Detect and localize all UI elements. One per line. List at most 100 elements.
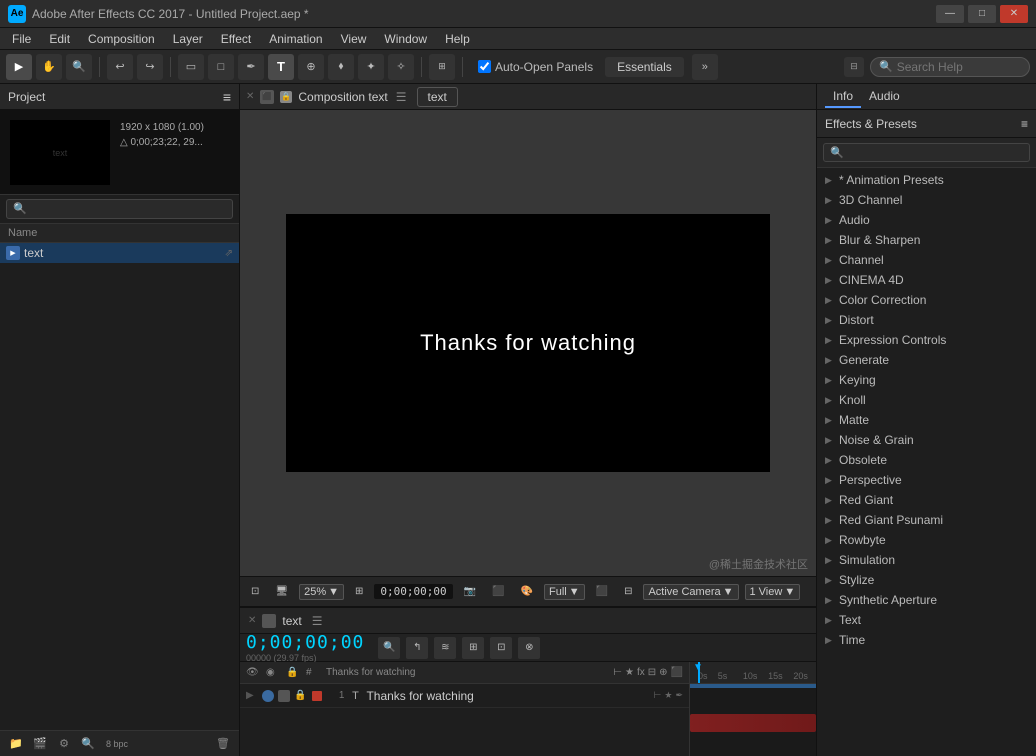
search-input[interactable] [897, 60, 1027, 74]
effect-item[interactable]: ▶Noise & Grain [817, 430, 1036, 450]
layer-visibility[interactable] [262, 690, 274, 702]
comp-view-select[interactable]: 1 View ▼ [745, 584, 801, 600]
project-delete[interactable]: 🗑 [213, 734, 233, 754]
comp-bottom-monitor[interactable]: 🖥 [270, 584, 293, 599]
layer-solo-btn[interactable] [278, 690, 290, 702]
effects-panel-menu[interactable]: ≡ [1021, 117, 1028, 131]
effect-item[interactable]: ▶Perspective [817, 470, 1036, 490]
clone-tool[interactable]: ⊕ [298, 54, 324, 80]
track-bar-text[interactable] [690, 714, 816, 732]
project-8bpc[interactable]: 8 bpc [102, 734, 132, 754]
effect-item[interactable]: ▶Channel [817, 250, 1036, 270]
undo-btn[interactable]: ↩ [107, 54, 133, 80]
puppet2-tool[interactable]: ✧ [388, 54, 414, 80]
effect-item[interactable]: ▶* Animation Presets [817, 170, 1036, 190]
effect-item[interactable]: ▶Blur & Sharpen [817, 230, 1036, 250]
comp-bottom-snap[interactable]: ⊡ [246, 584, 264, 599]
tl-parent-btn[interactable]: ↰ [406, 637, 428, 659]
tab-audio[interactable]: Audio [861, 86, 908, 108]
maximize-button[interactable]: □ [968, 5, 996, 23]
effect-item[interactable]: ▶Stylize [817, 570, 1036, 590]
effect-item[interactable]: ▶Color Correction [817, 290, 1036, 310]
effect-item[interactable]: ▶Synthetic Aperture [817, 590, 1036, 610]
effect-item[interactable]: ▶Red Giant Psunami [817, 510, 1036, 530]
workspace-more[interactable]: » [692, 54, 718, 80]
zoom-tool[interactable]: 🔍 [66, 54, 92, 80]
comp-pixel[interactable]: ⊟ [619, 584, 637, 599]
comp-fit-btn[interactable]: ⊞ [350, 584, 368, 599]
comp-tab-menu[interactable]: ☰ [396, 90, 407, 104]
effect-item[interactable]: ▶Obsolete [817, 450, 1036, 470]
extra-btn-1[interactable]: ⊟ [844, 57, 864, 77]
timeline-timecode[interactable]: 0;00;00;00 [246, 632, 364, 653]
timeline-close[interactable]: ✕ [248, 615, 256, 626]
effect-item[interactable]: ▶Distort [817, 310, 1036, 330]
menu-effect[interactable]: Effect [213, 30, 259, 48]
effect-item[interactable]: ▶Generate [817, 350, 1036, 370]
close-button[interactable]: ✕ [1000, 5, 1028, 23]
tl-solo-btn[interactable]: ⊗ [518, 637, 540, 659]
menu-window[interactable]: Window [376, 30, 435, 48]
effect-item[interactable]: ▶Simulation [817, 550, 1036, 570]
puppet-tool[interactable]: ✦ [358, 54, 384, 80]
tab-info[interactable]: Info [825, 86, 861, 108]
project-item[interactable]: ▶ text ⇗ [0, 243, 239, 263]
tl-motion-btn[interactable]: ⊡ [490, 637, 512, 659]
project-search-btn[interactable]: 🔍 [78, 734, 98, 754]
project-settings[interactable]: ⚙ [54, 734, 74, 754]
effect-item[interactable]: ▶Expression Controls [817, 330, 1036, 350]
comp-quality-select[interactable]: Full ▼ [544, 584, 585, 600]
effect-item[interactable]: ▶CINEMA 4D [817, 270, 1036, 290]
menu-composition[interactable]: Composition [80, 30, 163, 48]
project-new-comp[interactable]: 🎬 [30, 734, 50, 754]
redo-btn[interactable]: ↪ [137, 54, 163, 80]
effects-search-input[interactable] [848, 147, 1023, 159]
effect-item[interactable]: ▶Time [817, 630, 1036, 650]
minimize-button[interactable]: — [936, 5, 964, 23]
effect-item[interactable]: ▶Rowbyte [817, 530, 1036, 550]
comp-render-btn[interactable]: ⬛ [487, 584, 509, 599]
menu-edit[interactable]: Edit [41, 30, 78, 48]
window-controls[interactable]: — □ ✕ [936, 5, 1028, 23]
menu-layer[interactable]: Layer [165, 30, 211, 48]
paint-tool[interactable]: ⬧ [328, 54, 354, 80]
comp-close[interactable]: ✕ [246, 91, 254, 102]
effect-item[interactable]: ▶Red Giant [817, 490, 1036, 510]
menu-file[interactable]: File [4, 30, 39, 48]
mask-tool[interactable]: ▭ [178, 54, 204, 80]
layer-icon-pen[interactable]: ✒ [675, 690, 683, 701]
layer-expand[interactable]: ▶ [246, 690, 258, 701]
effect-item[interactable]: ▶3D Channel [817, 190, 1036, 210]
project-new-folder[interactable]: 📁 [6, 734, 26, 754]
hand-tool[interactable]: ✋ [36, 54, 62, 80]
layer-lock-btn[interactable]: 🔒 [294, 690, 306, 701]
effect-item[interactable]: ▶Text [817, 610, 1036, 630]
auto-open-checkbox[interactable] [478, 60, 491, 73]
essentials-button[interactable]: Essentials [605, 57, 684, 77]
shape-tool[interactable]: □ [208, 54, 234, 80]
effect-item[interactable]: ▶Keying [817, 370, 1036, 390]
timeline-menu[interactable]: ☰ [312, 614, 323, 628]
selection-tool[interactable]: ▶ [6, 54, 32, 80]
comp-colorwheel[interactable]: 🎨 [516, 584, 538, 599]
effect-item[interactable]: ▶Matte [817, 410, 1036, 430]
menu-view[interactable]: View [333, 30, 375, 48]
layer-icon-solo[interactable]: ⊢ [654, 690, 662, 701]
effect-item[interactable]: ▶Knoll [817, 390, 1036, 410]
project-panel-menu[interactable]: ≡ [223, 89, 231, 105]
tl-search-btn[interactable]: 🔍 [378, 637, 400, 659]
layer-color-swatch[interactable] [312, 691, 322, 701]
comp-zoom-select[interactable]: 25% ▼ [299, 584, 344, 600]
effect-item[interactable]: ▶Audio [817, 210, 1036, 230]
comp-toggle[interactable]: ⊞ [429, 54, 455, 80]
comp-camera-select[interactable]: Active Camera ▼ [643, 584, 738, 600]
project-search-input[interactable] [6, 199, 233, 219]
playhead[interactable] [698, 662, 700, 683]
comp-tab-pill[interactable]: text [417, 87, 458, 107]
layer-icon-star[interactable]: ★ [664, 690, 672, 701]
text-tool[interactable]: T [268, 54, 294, 80]
comp-snapshot[interactable]: 📷 [459, 584, 481, 599]
comp-channels[interactable]: ⬛ [591, 584, 613, 599]
menu-help[interactable]: Help [437, 30, 478, 48]
tl-stagger-btn[interactable]: ≋ [434, 637, 456, 659]
